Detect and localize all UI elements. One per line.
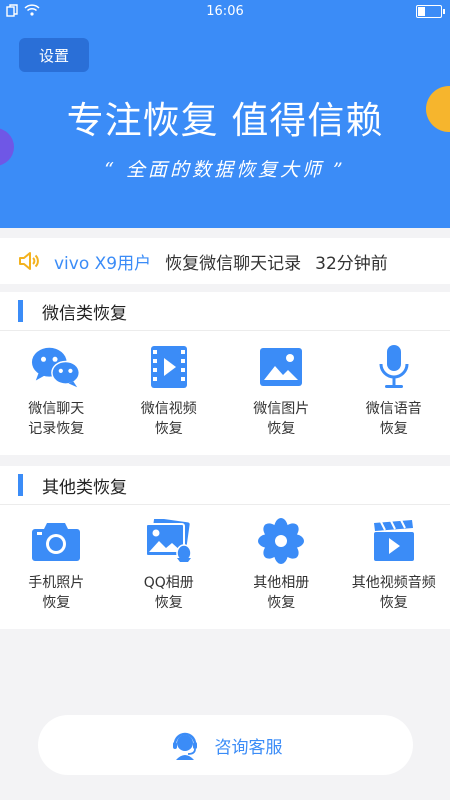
item-label: 其他视频音频 恢复 (351, 575, 436, 611)
video-icon (144, 344, 194, 390)
status-bar: 16:06 (0, 0, 450, 24)
hero-title: 专注恢复 值得信赖 (66, 99, 384, 142)
settings-button[interactable]: 设置 (19, 38, 89, 72)
customer-service-label: 咨询客服 (214, 737, 283, 758)
wechat-chat-recovery[interactable]: 微信聊天 记录恢复 (0, 331, 113, 454)
notice-time: 32分钟前 (315, 253, 388, 274)
recovery-notice: vivo X9用户 恢复微信聊天记录 32分钟前 (0, 238, 450, 284)
item-label: 微信视频 恢复 (140, 401, 197, 437)
hero-banner: 设置 专注恢复 值得信赖 “ 全面的数据恢复大师 ” (0, 0, 450, 228)
wechat-image-recovery[interactable]: 微信图片 恢复 (225, 331, 338, 454)
phone-photo-recovery[interactable]: 手机照片 恢复 (0, 505, 113, 628)
video-audio-icon (369, 518, 419, 564)
speaker-icon (19, 252, 39, 270)
customer-service-icon (172, 732, 197, 760)
other-album-recovery[interactable]: 其他相册 恢复 (225, 505, 338, 628)
camera-icon (31, 518, 81, 564)
flower-album-icon (256, 518, 306, 564)
notice-user: vivo X9用户 (54, 253, 152, 274)
battery-icon (416, 5, 445, 18)
other-recovery-section: 其他类恢复 手机照片 恢复 QQ相册 恢复 其他相册 恢复 其他视频音频 恢复 (0, 466, 450, 629)
qq-album-icon (144, 518, 194, 564)
wechat-video-recovery[interactable]: 微信视频 恢复 (113, 331, 226, 454)
wechat-chat-icon (31, 344, 81, 390)
hero-subtitle: “ 全面的数据恢复大师 ” (104, 159, 346, 181)
section-header: 其他类恢复 (0, 466, 450, 505)
qq-album-recovery[interactable]: QQ相册 恢复 (113, 505, 226, 628)
item-label: 其他相册 恢复 (253, 575, 310, 611)
section-header: 微信类恢复 (0, 292, 450, 331)
microphone-icon (369, 344, 419, 390)
item-label: 微信聊天 记录恢复 (28, 401, 85, 437)
section-accent-bar (18, 300, 23, 322)
item-label: 微信图片 恢复 (253, 401, 310, 437)
section-accent-bar (18, 474, 23, 496)
wechat-voice-recovery[interactable]: 微信语音 恢复 (338, 331, 450, 454)
section-title: 微信类恢复 (42, 303, 127, 324)
item-label: QQ相册 恢复 (143, 575, 194, 611)
item-label: 微信语音 恢复 (365, 401, 422, 437)
customer-service-button[interactable]: 咨询客服 (38, 715, 413, 775)
other-video-audio-recovery[interactable]: 其他视频音频 恢复 (338, 505, 450, 628)
item-label: 手机照片 恢复 (28, 575, 85, 611)
image-icon (256, 344, 306, 390)
status-time: 16:06 (206, 4, 244, 19)
notice-message: 恢复微信聊天记录 (165, 253, 302, 274)
wechat-recovery-section: 微信类恢复 微信聊天 记录恢复 微信视频 恢复 微信图片 恢复 微信语音 恢复 (0, 292, 450, 455)
section-title: 其他类恢复 (42, 477, 127, 498)
